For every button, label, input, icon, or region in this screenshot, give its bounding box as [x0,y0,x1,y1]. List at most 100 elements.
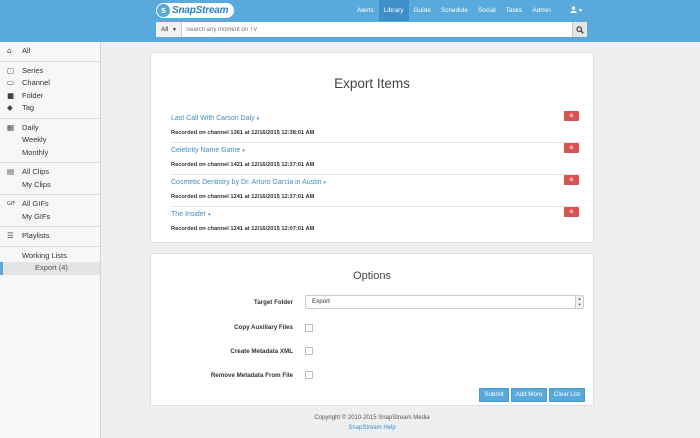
caret-down-icon: ▾ [323,180,327,186]
folder-icon: ■ [7,90,15,100]
calendar-icon: ▦ [7,122,15,132]
export-items-panel: Export Items Last Call With Carson Daly … [150,52,594,243]
sidebar-group-browse: ▢ Series ▭ Channel ■ Folder ◆ Tag [0,62,100,119]
sidebar-item-label: All [22,46,31,55]
search-icon [576,25,584,34]
submit-button[interactable]: Submit [479,388,509,402]
sidebar-item-label: All Clips [22,167,50,176]
nav-admin[interactable]: Admin [527,0,555,21]
export-item-title[interactable]: Last Call With Carson Daly ▾ [171,115,259,122]
sidebar-group-working-lists: Working Lists Export (4) [0,247,100,278]
sidebar-group-dates: ▦ Daily Weekly Monthly [0,119,100,163]
export-item-title[interactable]: Celebrity Name Game ▾ [171,147,245,154]
footer-help-link[interactable]: SnapStream Help [150,425,594,431]
sidebar-item-all[interactable]: ⌂ All [0,45,100,58]
export-item-meta: Recorded on channel 1241 at 12/16/2015 1… [171,226,315,232]
copy-aux-checkbox[interactable] [305,324,313,332]
sidebar-item-label: My Clips [22,179,51,189]
sidebar-item-tag[interactable]: ◆ Tag [0,102,100,115]
export-item-title-text: Cosmetic Dentistry by Dr. Arturo Garcia … [171,179,322,186]
sidebar-item-playlists[interactable]: ☰ Playlists [0,230,100,243]
sidebar-item-folder[interactable]: ■ Folder [0,90,100,103]
sidebar-item-label: All GIFs [22,199,49,208]
sidebar-item-label: Folder [22,90,44,100]
target-folder-label: Target Folder [253,299,293,306]
nav-social[interactable]: Social [473,0,501,21]
add-more-button[interactable]: Add More [511,388,547,402]
sidebar-item-my-gifs[interactable]: My GIFs [0,211,100,224]
export-item-meta: Recorded on channel 1421 at 12/16/2015 1… [171,162,315,168]
sidebar: ⌂ All ▢ Series ▭ Channel ■ Folder ◆ Tag ▦ Dail… [0,42,101,438]
sidebar-item-label: Monthly [22,147,49,157]
export-item-title[interactable]: Cosmetic Dentistry by Dr. Arturo Garcia … [171,179,326,186]
sidebar-group-playlists: ☰ Playlists [0,227,100,247]
copy-aux-label: Copy Auxiliary Files [234,324,293,331]
search-button[interactable] [572,22,587,37]
nav-tasks[interactable]: Tasks [501,0,528,21]
sidebar-item-working-lists[interactable]: Working Lists [0,250,100,263]
delete-button[interactable]: ⊗ [564,207,579,217]
caret-down-icon: ▾ [256,116,260,122]
film-icon: ▤ [7,167,15,176]
caret-down-icon: ▾ [242,148,245,154]
target-folder-select[interactable]: Export ▲ ▼ [305,295,584,309]
export-item: Celebrity Name Game ▾ Recorded on channe… [171,143,581,175]
sidebar-item-label: Playlists [22,231,50,240]
sidebar-item-label: Working Lists [22,250,67,260]
monitor-icon: ▭ [7,78,15,87]
create-xml-label: Create Metadata XML [230,348,293,355]
series-icon: ▢ [7,65,15,75]
sidebar-group-gifs: GIF All GIFs My GIFs [0,195,100,227]
sidebar-item-weekly[interactable]: Weekly [0,134,100,147]
user-menu[interactable]: ▾ [565,0,587,21]
create-xml-checkbox[interactable] [305,347,313,355]
export-items-title: Export Items [334,76,410,91]
sidebar-item-label: Weekly [22,135,47,144]
nav-library[interactable]: Library [378,0,409,21]
export-item: Cosmetic Dentistry by Dr. Arturo Garcia … [171,175,581,207]
options-title: Options [353,270,391,282]
list-icon: ☰ [7,231,14,240]
search-scope-dropdown[interactable]: All ▼ [156,22,182,37]
home-icon: ⌂ [7,46,12,55]
caret-down-icon: ▾ [207,212,211,218]
nav-guide[interactable]: Guide [409,0,436,21]
trash-icon: ⊗ [569,113,574,119]
export-item-meta: Recorded on channel 1241 at 12/16/2015 1… [171,194,315,200]
clear-list-button[interactable]: Clear List [549,388,585,402]
sidebar-item-all-clips[interactable]: ▤ All Clips [0,166,100,179]
sidebar-item-all-gifs[interactable]: GIF All GIFs [0,198,100,211]
user-caret-icon: ▾ [578,8,582,14]
trash-icon: ⊗ [569,177,574,183]
sidebar-item-export[interactable]: Export (4) [0,262,100,275]
delete-button[interactable]: ⊗ [564,143,579,153]
delete-button[interactable]: ⊗ [564,175,579,185]
export-item-title[interactable]: The Insider ▾ [171,211,211,218]
sidebar-item-my-clips[interactable]: My Clips [0,179,100,192]
gif-icon: GIF [7,201,16,207]
sidebar-item-monthly[interactable]: Monthly [0,147,100,160]
sidebar-item-label: Daily [22,122,39,132]
export-item-title-text: Celebrity Name Game [171,147,241,154]
target-folder-value: Export [312,298,330,305]
export-item-title-text: Last Call With Carson Daly [171,115,255,122]
remove-meta-checkbox[interactable] [305,371,313,379]
sidebar-group-clips: ▤ All Clips My Clips [0,163,100,195]
snapstream-logo[interactable]: S SnapStream [156,3,234,18]
sidebar-item-label: My GIFs [22,211,51,221]
tag-icon: ◆ [7,103,13,112]
select-caret-icon: ▲ ▼ [575,296,583,308]
export-item-meta: Recorded on channel 1361 at 12/16/2015 1… [171,130,315,136]
sidebar-item-label: Series [22,65,44,75]
sidebar-item-series[interactable]: ▢ Series [0,65,100,78]
main-nav: Alerts Library Guide Schedule Social Tas… [352,0,556,21]
sidebar-item-channel[interactable]: ▭ Channel [0,77,100,90]
sidebar-item-daily[interactable]: ▦ Daily [0,122,100,135]
logo-text: SnapStream [172,5,229,16]
nav-schedule[interactable]: Schedule [436,0,473,21]
search-input[interactable] [184,22,564,37]
chevron-down-icon: ▼ [172,27,177,33]
delete-button[interactable]: ⊗ [564,111,579,121]
logo-mark-icon: S [157,4,170,17]
nav-alerts[interactable]: Alerts [352,0,379,21]
